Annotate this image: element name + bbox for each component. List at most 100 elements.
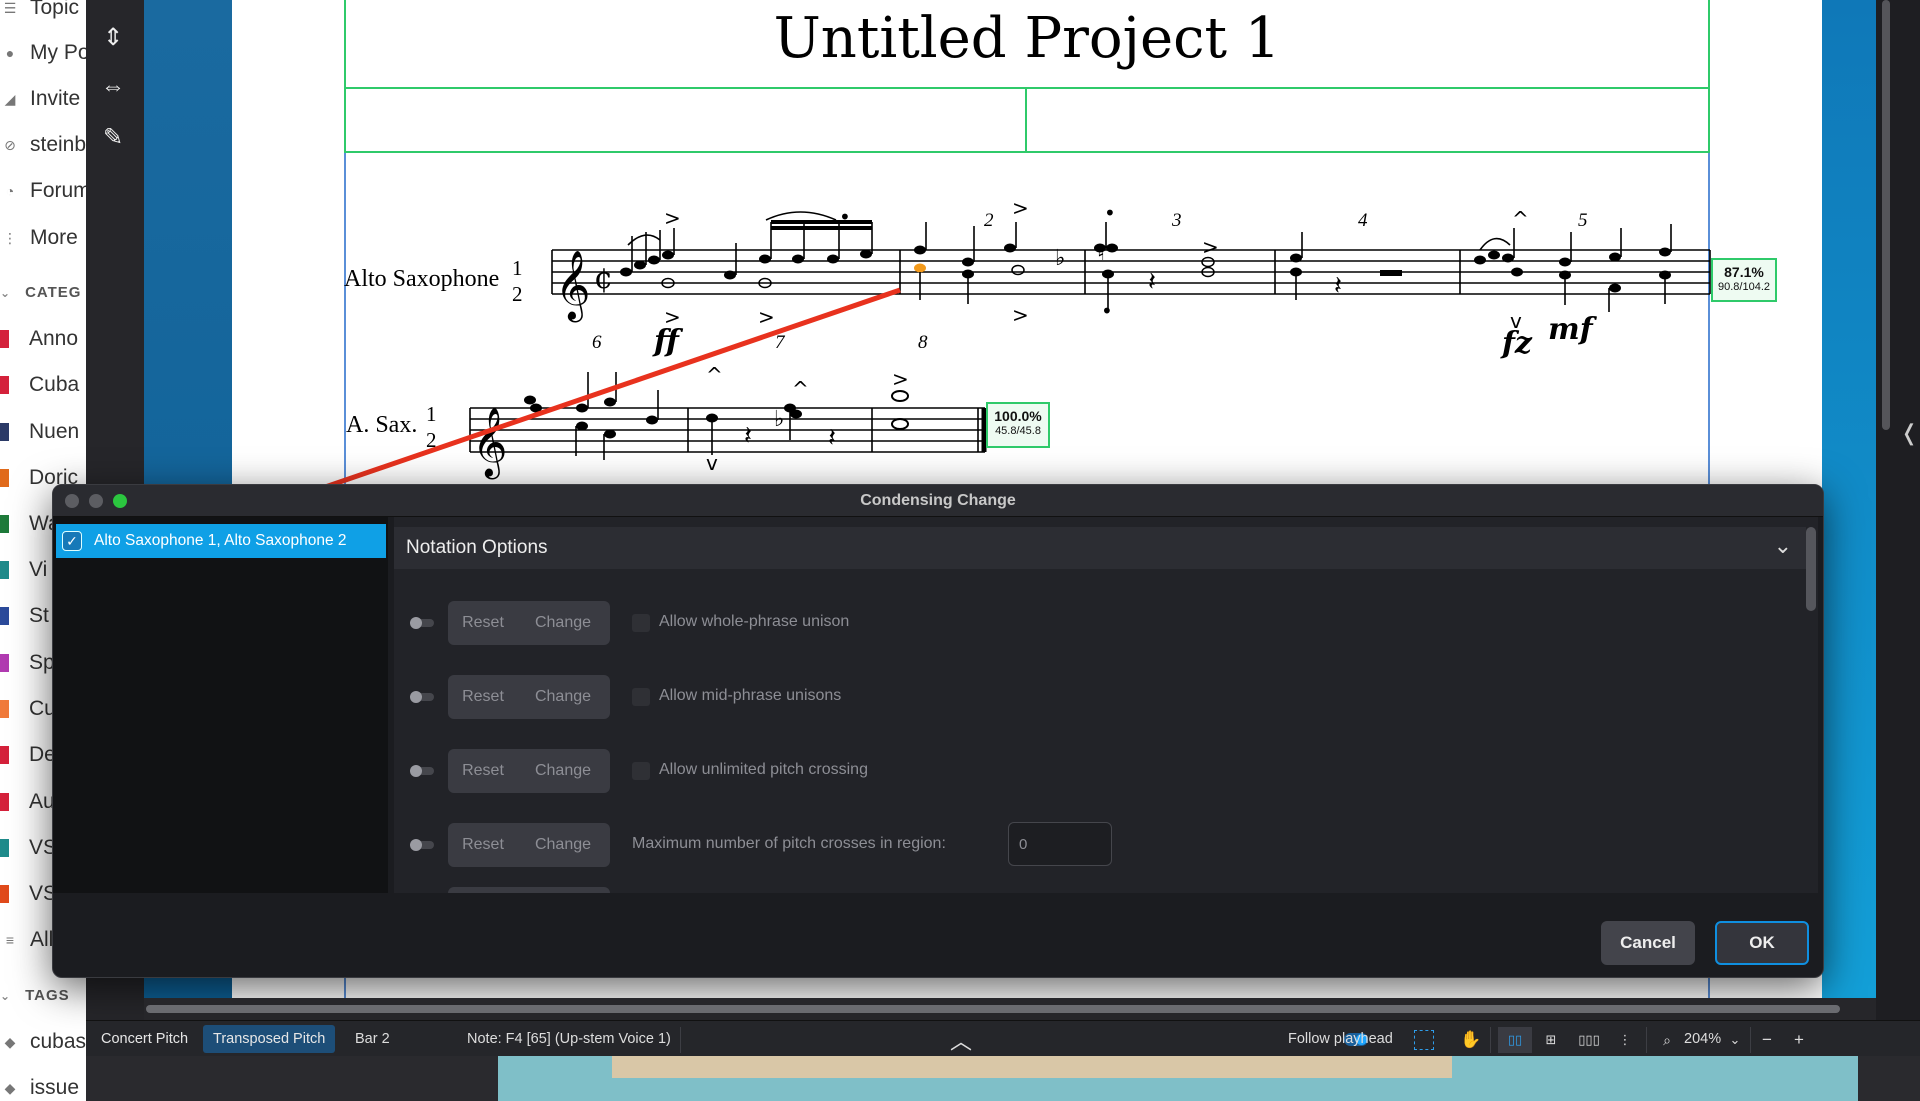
reset-change-group	[448, 887, 610, 893]
max-pitch-crosses-input[interactable]	[1008, 822, 1112, 866]
divider	[1750, 1027, 1751, 1053]
dynamic-marking[interactable]: ff	[654, 324, 679, 359]
svg-text:𝄽: 𝄽	[828, 423, 836, 453]
dynamic-marking[interactable]: mf	[1548, 312, 1593, 347]
page-view-horizontal-icon[interactable]: ▯▯▯	[1572, 1027, 1606, 1053]
svg-text:>: >	[1202, 235, 1219, 259]
zoom-out-icon[interactable]: −	[1754, 1027, 1780, 1053]
change-button[interactable]: Change	[518, 614, 608, 632]
instrument-label-stave-1[interactable]: Alto Saxophone	[344, 266, 499, 293]
page-view-grid-icon[interactable]: ⊞	[1538, 1027, 1564, 1053]
natural-accidental: ♮	[1097, 241, 1105, 266]
dialog-titlebar[interactable]: Condensing Change	[53, 485, 1823, 517]
page-view-vertical-icon[interactable]: ⋮	[1612, 1027, 1638, 1053]
svg-text:^: ^	[1512, 207, 1529, 231]
svg-text:>: >	[892, 367, 909, 391]
tuplet-number: 7	[775, 332, 785, 353]
option-checkbox[interactable]	[632, 762, 650, 780]
casting-off-percent: 100.0%	[994, 408, 1042, 424]
status-bar: Concert Pitch Transposed Pitch Bar 2 Not…	[86, 1020, 1920, 1056]
chevron-up-icon[interactable]: ︿	[948, 1027, 974, 1054]
instrument-list: ✓ Alto Saxophone 1, Alto Saxophone 2	[53, 517, 388, 893]
zoom-level[interactable]: 204%	[1684, 1031, 1721, 1047]
tuplet-number: 6	[592, 332, 602, 353]
checkmark-icon: ✓	[66, 532, 78, 549]
reset-change-group: Reset Change	[448, 675, 610, 719]
page-view-spread-icon[interactable]: ▯▯	[1498, 1027, 1532, 1053]
instrument-list-item-label: Alto Saxophone 1, Alto Saxophone 2	[94, 532, 347, 549]
option-label: Allow mid-phrase unisons	[659, 687, 842, 704]
condensing-change-dialog: Condensing Change ✓ Alto Saxophone 1, Al…	[52, 484, 1824, 978]
reset-button[interactable]: Reset	[448, 688, 518, 706]
tuplet-number: 8	[918, 332, 928, 353]
ok-button[interactable]: OK	[1715, 921, 1809, 965]
transposed-pitch-button[interactable]: Transposed Pitch	[203, 1025, 336, 1053]
stave-number: 2	[426, 428, 437, 452]
option-checkbox[interactable]	[632, 688, 650, 706]
reset-button[interactable]: Reset	[448, 762, 518, 780]
chevron-down-icon[interactable]: ⌄	[1722, 1027, 1748, 1053]
treble-clef: 𝄞	[555, 250, 590, 322]
property-switch[interactable]	[410, 837, 436, 853]
flat-accidental: ♭	[774, 407, 784, 432]
change-button[interactable]: Change	[518, 688, 608, 706]
concert-pitch-button[interactable]: Concert Pitch	[91, 1025, 198, 1053]
tuplet-number: 4	[1358, 210, 1368, 231]
stave-number: 1	[426, 402, 437, 426]
background-window-content	[612, 1056, 1452, 1078]
option-checkbox[interactable]	[632, 614, 650, 632]
option-label: Allow whole-phrase unison	[659, 613, 850, 630]
casting-off-percent: 87.1%	[1724, 264, 1764, 280]
svg-text:>: >	[1012, 303, 1029, 327]
options-panel: Notation Options ⌄ Reset Change Allow wh…	[394, 517, 1818, 893]
divider	[1490, 1027, 1491, 1053]
instrument-list-item[interactable]: ✓ Alto Saxophone 1, Alto Saxophone 2	[56, 524, 386, 558]
property-switch[interactable]	[410, 615, 436, 631]
horizontal-scrollbar[interactable]	[146, 1005, 1840, 1013]
change-button[interactable]: Change	[518, 762, 608, 780]
instrument-label-stave-2[interactable]: A. Sax.	[346, 412, 417, 439]
option-row: Reset Change Allow unlimited pitch cross…	[394, 749, 1794, 793]
selection-info: Note: F4 [65] (Up-stem Voice 1)	[467, 1031, 671, 1047]
reset-change-group: Reset Change	[448, 601, 610, 645]
options-scrollbar[interactable]	[1806, 527, 1816, 611]
svg-text:^: ^	[792, 377, 809, 401]
zoom-in-icon[interactable]: +	[1786, 1027, 1812, 1053]
casting-off-ratio: 45.8/45.8	[995, 424, 1041, 437]
option-row: Reset Change Allow mid-phrase unisons	[394, 675, 1794, 719]
svg-text:>: >	[758, 305, 775, 329]
reset-button[interactable]: Reset	[448, 836, 518, 854]
notation-options-section-header[interactable]: Notation Options ⌄	[394, 527, 1806, 569]
chevron-down-icon[interactable]: ⌄	[1774, 533, 1792, 559]
zoom-icon[interactable]: ⌕	[1654, 1027, 1680, 1053]
stave-2-lines	[470, 407, 985, 453]
property-switch[interactable]	[410, 763, 436, 779]
casting-off-indicator: 100.0% 45.8/45.8	[986, 402, 1050, 448]
stave-number: 2	[512, 282, 523, 306]
stave-2-stems	[575, 372, 791, 460]
reset-button[interactable]: Reset	[448, 614, 518, 632]
bar-position: Bar 2	[355, 1031, 390, 1047]
svg-text:𝄽: 𝄽	[1334, 271, 1342, 301]
option-row: Reset Change Maximum number of pitch cro…	[394, 822, 1794, 867]
divider	[680, 1027, 681, 1053]
dynamic-marking[interactable]: fz	[1502, 326, 1532, 361]
hand-tool-icon[interactable]: ✋	[1458, 1027, 1484, 1053]
tuplet-number: 2	[984, 210, 994, 231]
follow-playhead-label: Follow playhead	[1288, 1031, 1393, 1047]
reset-change-group: Reset Change	[448, 749, 610, 793]
svg-text:>: >	[1012, 196, 1029, 220]
reset-change-group: Reset Change	[448, 823, 610, 867]
selection-tool-icon[interactable]	[1414, 1030, 1434, 1050]
cancel-button[interactable]: Cancel	[1601, 921, 1695, 965]
option-row: Reset Change Allow whole-phrase unison	[394, 601, 1794, 645]
property-switch[interactable]	[410, 689, 436, 705]
svg-text:•: •	[1104, 201, 1116, 225]
dialog-title: Condensing Change	[860, 492, 1016, 509]
flat-accidental: ♭	[1055, 246, 1065, 271]
change-button[interactable]: Change	[518, 836, 608, 854]
instrument-checkbox[interactable]: ✓	[62, 531, 82, 551]
casting-off-indicator: 87.1% 90.8/104.2	[1711, 258, 1777, 302]
option-label: Maximum number of pitch crosses in regio…	[632, 835, 946, 852]
svg-text:^: ^	[706, 363, 723, 387]
